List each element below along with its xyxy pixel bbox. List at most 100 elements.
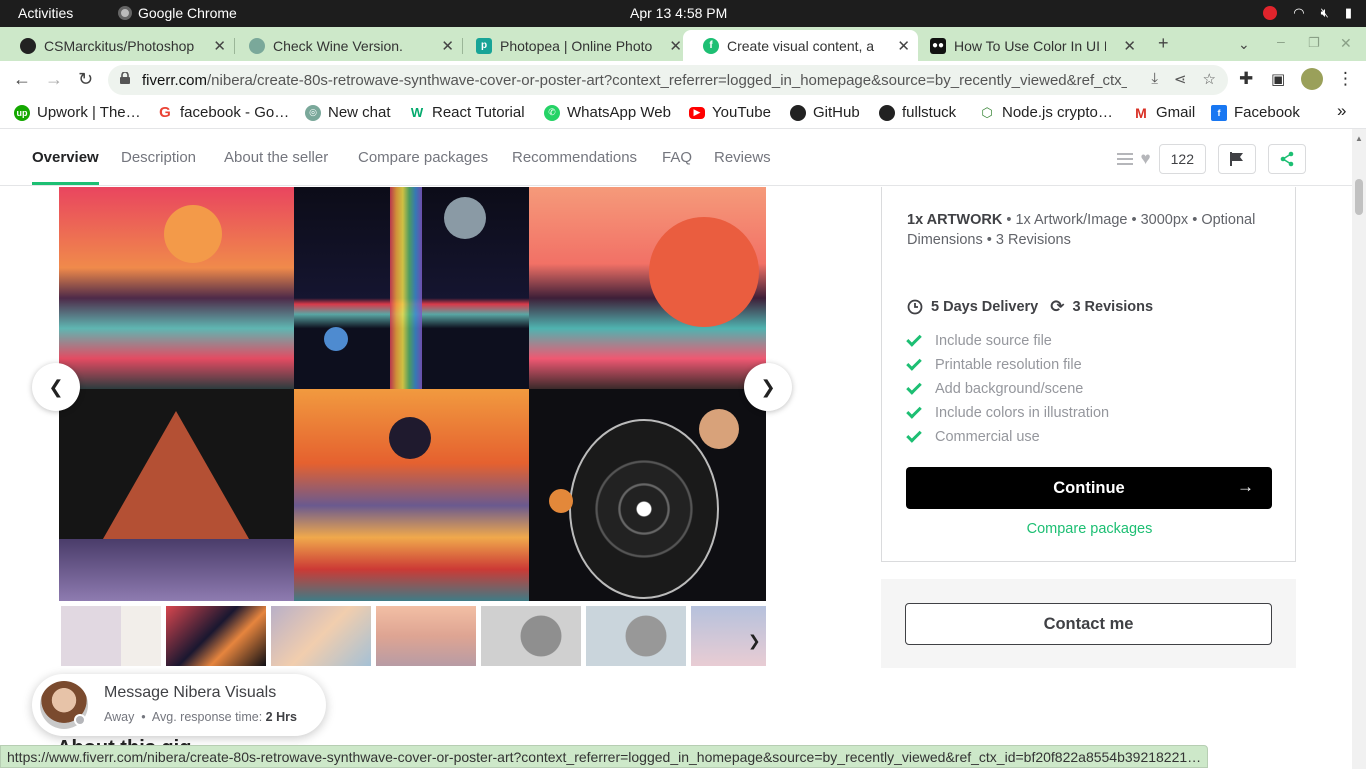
- gallery-thumbnail[interactable]: [586, 606, 686, 666]
- close-tab-icon[interactable]: ✕: [897, 37, 910, 55]
- gig-gallery-image[interactable]: [59, 187, 766, 601]
- tab-faq[interactable]: FAQ: [662, 149, 692, 166]
- lock-icon[interactable]: [120, 72, 130, 84]
- back-arrow-icon[interactable]: ←: [13, 69, 31, 90]
- gallery-next-button[interactable]: ❯: [744, 363, 792, 411]
- tab[interactable]: CSMarckitus/Photoshop ✕: [0, 30, 235, 61]
- app-menu[interactable]: Google Chrome: [118, 5, 237, 21]
- system-tray[interactable]: ◠ 🔇︎ ▮: [1263, 4, 1352, 22]
- tab-description[interactable]: Description: [121, 149, 196, 166]
- bookmark-item[interactable]: M Gmail: [1133, 104, 1195, 121]
- bookmark-item[interactable]: W React Tutorial: [409, 104, 525, 121]
- tab[interactable]: ●● How To Use Color In UI D ✕: [910, 30, 1144, 61]
- bookmarks-overflow-chevron-icon[interactable]: »: [1337, 101, 1346, 121]
- share-icon[interactable]: ⋖: [1174, 70, 1187, 88]
- tab-active[interactable]: f Create visual content, a ✕: [683, 30, 918, 61]
- package-card: 1x ARTWORK • 1x Artwork/Image • 3000px •…: [881, 187, 1296, 562]
- extensions-puzzle-icon[interactable]: ✚: [1239, 69, 1253, 89]
- tab-search-chevron-icon[interactable]: ⌄: [1238, 36, 1250, 53]
- tab-about-the-seller[interactable]: About the seller: [224, 149, 328, 166]
- close-tab-icon[interactable]: ✕: [1123, 37, 1136, 55]
- gallery-thumbnail[interactable]: [271, 606, 371, 666]
- gallery-thumbnail-selected[interactable]: [166, 606, 266, 666]
- delivery-label: 5 Days Delivery: [931, 299, 1039, 315]
- side-panel-icon[interactable]: ▣: [1271, 70, 1285, 88]
- gig-actions: ♥ 122: [1116, 144, 1306, 174]
- profile-avatar[interactable]: [1301, 68, 1323, 90]
- scrollbar-thumb[interactable]: [1355, 179, 1363, 215]
- compare-packages-link[interactable]: Compare packages: [882, 521, 1297, 537]
- bookmark-item[interactable]: f Facebook: [1211, 104, 1300, 121]
- heart-icon[interactable]: ♥: [1141, 149, 1151, 169]
- bookmark-item[interactable]: ⬡ Node.js crypto…: [979, 104, 1113, 121]
- close-window-button[interactable]: ✕: [1340, 35, 1352, 52]
- bookmark-item[interactable]: ✆ WhatsApp Web: [544, 104, 671, 121]
- w3schools-icon: W: [410, 105, 424, 120]
- contact-section: Contact me: [881, 579, 1296, 668]
- bookmark-item[interactable]: up Upwork | The…: [14, 104, 141, 121]
- continue-button[interactable]: Continue →: [906, 467, 1272, 509]
- recording-indicator-icon: [1263, 6, 1278, 20]
- install-app-icon[interactable]: ⤓: [1151, 70, 1158, 88]
- message-seller-bubble[interactable]: Message Nibera Visuals Away • Avg. respo…: [32, 674, 326, 736]
- url-text: fiverr.com/nibera/create-80s-retrowave-s…: [142, 72, 1127, 89]
- reload-icon[interactable]: ↻: [78, 69, 93, 90]
- battery-icon: ▮: [1344, 5, 1352, 20]
- share-button[interactable]: [1268, 144, 1306, 174]
- tab[interactable]: Check Wine Version. ✕: [229, 30, 463, 61]
- page-scrollbar[interactable]: ▲: [1352, 129, 1366, 769]
- bookmark-label: WhatsApp Web: [567, 104, 671, 121]
- chrome-icon: [118, 6, 132, 20]
- bookmark-label: New chat: [328, 104, 391, 121]
- maximize-window-button[interactable]: ❐: [1308, 35, 1320, 51]
- thumbnails-next-chevron-icon[interactable]: ❯: [748, 632, 761, 650]
- tab-recommendations[interactable]: Recommendations: [512, 149, 637, 166]
- scroll-up-arrow-icon[interactable]: ▲: [1355, 134, 1363, 143]
- tab-overview[interactable]: Overview: [32, 149, 99, 185]
- feature-item: Add background/scene: [906, 377, 1109, 401]
- bookmark-item[interactable]: Gfacebook - Go…: [157, 104, 289, 121]
- collections-menu-icon[interactable]: [1116, 153, 1133, 165]
- gallery-tile: [294, 187, 529, 389]
- tab[interactable]: p Photopea | Online Photo ✕: [456, 30, 690, 61]
- bookmark-item[interactable]: GitHub: [790, 104, 860, 121]
- clock[interactable]: Apr 13 4:58 PM: [630, 5, 727, 21]
- gallery-thumbnail[interactable]: [481, 606, 581, 666]
- fiverr-icon: f: [703, 37, 719, 54]
- bookmark-item[interactable]: fullstuck: [879, 104, 956, 121]
- arrow-right-icon: →: [1237, 477, 1254, 496]
- feature-item: Include colors in illustration: [906, 401, 1109, 425]
- message-title: Message Nibera Visuals: [104, 684, 277, 701]
- address-bar[interactable]: fiverr.com/nibera/create-80s-retrowave-s…: [108, 65, 1228, 95]
- checkmark-icon: [906, 331, 922, 347]
- bookmark-label: GitHub: [813, 104, 860, 121]
- nodejs-icon: ⬡: [981, 104, 993, 120]
- close-tab-icon[interactable]: ✕: [213, 37, 226, 55]
- gallery-prev-button[interactable]: ❮: [32, 363, 80, 411]
- activities-button[interactable]: Activities: [18, 5, 73, 21]
- github-icon: [879, 104, 895, 121]
- contact-me-button[interactable]: Contact me: [905, 603, 1272, 645]
- kebab-menu-icon[interactable]: ⋮: [1337, 69, 1354, 89]
- link-status-bar: https://www.fiverr.com/nibera/create-80s…: [0, 745, 1209, 768]
- gallery-thumbnail[interactable]: [376, 606, 476, 666]
- tab-compare-packages[interactable]: Compare packages: [358, 149, 488, 166]
- bookmark-item[interactable]: ◎ New chat: [305, 104, 391, 121]
- gallery-thumbnail[interactable]: [61, 606, 161, 666]
- bookmark-item[interactable]: ▶ YouTube: [689, 104, 771, 121]
- google-icon: G: [159, 104, 171, 121]
- forward-arrow-icon[interactable]: →: [45, 69, 63, 90]
- minimize-window-button[interactable]: –: [1277, 33, 1285, 49]
- bookmark-label: Node.js crypto…: [1002, 104, 1113, 121]
- tab-reviews[interactable]: Reviews: [714, 149, 771, 166]
- flag-icon: [1230, 152, 1243, 166]
- whatsapp-icon: ✆: [544, 104, 560, 121]
- checkmark-icon: [906, 379, 922, 395]
- bookmark-label: Upwork | The…: [37, 104, 141, 121]
- bookmark-star-icon[interactable]: ☆: [1203, 70, 1216, 88]
- close-tab-icon[interactable]: ✕: [441, 37, 454, 55]
- close-tab-icon[interactable]: ✕: [669, 37, 682, 55]
- checkmark-icon: [906, 355, 922, 371]
- new-tab-button[interactable]: +: [1158, 33, 1169, 54]
- report-flag-button[interactable]: [1218, 144, 1256, 174]
